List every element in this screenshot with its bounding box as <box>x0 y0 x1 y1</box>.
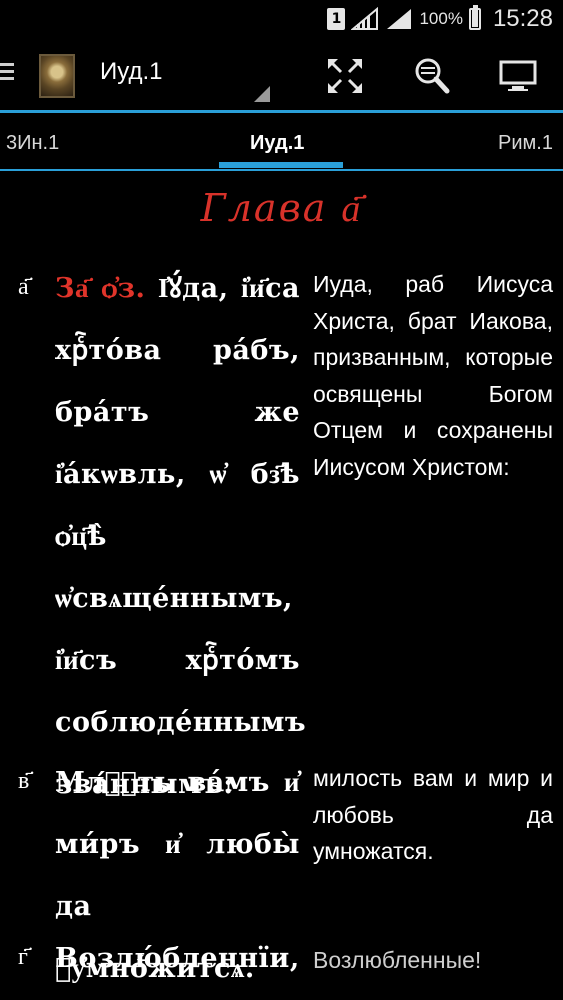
battery-fill <box>471 10 478 27</box>
verse-slavonic: За҃ ѻ҆з. І҆ꙋ́да, і҆и҃са хрⷭ҇то́ва ра́бъ,… <box>55 258 306 816</box>
signal-full-icon <box>387 9 412 29</box>
verse-russian: Иуда, раб Иисуса Христа, брат Иакова, пр… <box>313 271 553 480</box>
fullscreen-icon[interactable] <box>325 56 365 96</box>
book-chapter-title[interactable]: Иуд.1 <box>100 58 162 86</box>
verse-number: в҃ <box>18 766 30 794</box>
status-icons: 1 100% 15:28 <box>327 0 553 38</box>
tabs-divider <box>0 169 563 171</box>
monitor-icon[interactable] <box>498 56 538 96</box>
verse-russian: Возлюбленные! <box>313 947 482 973</box>
battery-icon <box>468 5 481 30</box>
tab-previous-chapter[interactable]: 3Ин.1 <box>6 132 59 155</box>
reading-reference[interactable]: За҃ ѻ҆з. <box>55 273 145 304</box>
verse-number: а҃ <box>18 272 29 300</box>
verse-russian: милость вам и мир и любовь да умножатся. <box>313 765 553 864</box>
search-icon[interactable] <box>412 56 452 96</box>
sim-slot-icon: 1 <box>327 8 346 30</box>
book-icon[interactable] <box>39 54 75 98</box>
action-bar-divider <box>0 110 563 113</box>
tab-next-chapter[interactable]: Рим.1 <box>498 132 553 155</box>
tab-indicator <box>219 162 343 168</box>
chapter-heading: Глава а҃ <box>200 186 363 230</box>
slavonic-text: Возлю́бленнїи, <box>55 943 300 974</box>
action-bar <box>0 38 563 112</box>
clock: 15:28 <box>492 5 553 32</box>
dropdown-indicator-icon[interactable] <box>254 86 270 102</box>
battery-percent: 100% <box>419 9 463 28</box>
verse-number: г҃ <box>18 942 28 970</box>
menu-icon[interactable] <box>0 63 14 85</box>
slavonic-text: І҆ꙋ́да, і҆и҃са хрⷭ҇то́ва ра́бъ, бра́тъ ж… <box>55 273 307 800</box>
verse-slavonic: Возлю́бленнїи, <box>55 928 300 990</box>
tab-current-chapter[interactable]: Иуд.1 <box>250 132 304 155</box>
signal-icon <box>351 7 379 30</box>
status-bar: 1 100% 15:28 <box>0 0 563 38</box>
